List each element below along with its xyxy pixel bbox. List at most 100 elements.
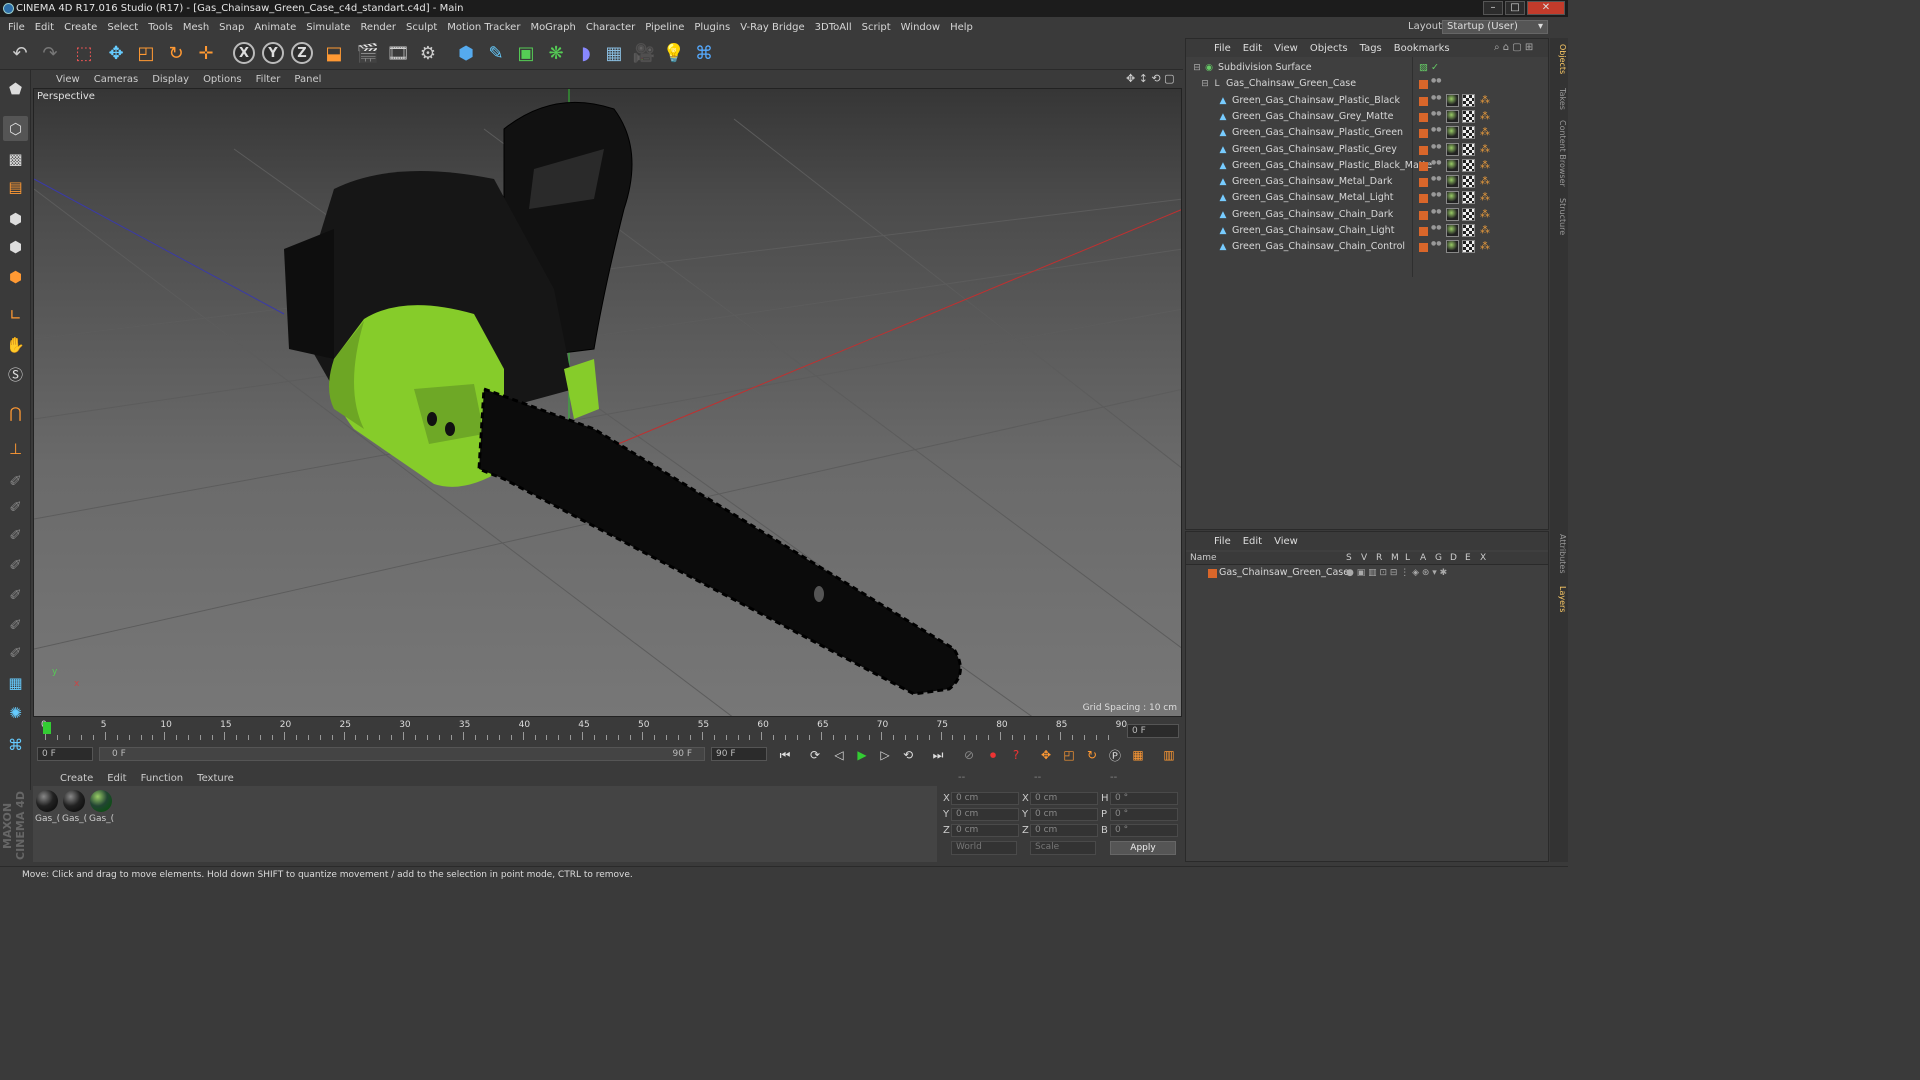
viewport-menu-view[interactable]: View (49, 74, 87, 85)
layer-column-e[interactable]: E (1465, 553, 1471, 563)
magnet-icon[interactable]: ⋂ (3, 400, 28, 425)
selection-tag-icon[interactable]: ⁂ (1480, 143, 1493, 156)
tweak-mode-icon[interactable]: ✋ (3, 332, 28, 357)
phong-tag-icon[interactable] (1446, 158, 1459, 172)
texture-tag-icon[interactable] (1462, 93, 1475, 107)
polygons-mode-icon[interactable]: ⬢ (3, 264, 28, 289)
model-mode-icon[interactable]: ⬡ (3, 116, 28, 141)
menu-edit[interactable]: Edit (30, 22, 59, 33)
object-menu-bookmarks[interactable]: Bookmarks (1388, 43, 1456, 54)
camera-icon[interactable]: 🎥 (630, 39, 658, 67)
phong-tag-icon[interactable] (1446, 142, 1459, 156)
menu-file[interactable]: File (3, 22, 30, 33)
layer-color-tag[interactable] (1419, 243, 1428, 253)
menu-animate[interactable]: Animate (249, 22, 301, 33)
points-mode-icon[interactable]: ⬢ (3, 206, 28, 231)
viewport-menu-cameras[interactable]: Cameras (87, 74, 145, 85)
visibility-dots-icon[interactable]: ●● (1431, 127, 1441, 139)
play-icon[interactable]: ▶ (852, 745, 872, 765)
viewport-menu-options[interactable]: Options (196, 74, 249, 85)
selection-tag-icon[interactable]: ⁂ (1480, 240, 1493, 253)
viewport-menu-filter[interactable]: Filter (249, 74, 288, 85)
y-axis-lock-icon[interactable]: Y (259, 39, 287, 67)
layer-color-tag[interactable] (1419, 178, 1428, 188)
material-swatch[interactable]: Gas_( (35, 790, 60, 824)
menu-select[interactable]: Select (102, 22, 143, 33)
workplane-mode-icon[interactable]: ▤ (3, 174, 28, 199)
selection-tag-icon[interactable]: ⁂ (1480, 94, 1493, 107)
coordinate-system-icon[interactable]: ⬓ (320, 39, 348, 67)
material-menu-create[interactable]: Create (53, 773, 100, 784)
tab-layers[interactable]: Layers (1551, 586, 1567, 612)
menu-sculpt[interactable]: Sculpt (401, 22, 442, 33)
phong-tag-icon[interactable] (1446, 191, 1459, 205)
apply-button[interactable]: Apply (1110, 841, 1176, 855)
layer-column-m[interactable]: M (1391, 553, 1399, 563)
tab-content-browser[interactable]: Content Browser (1551, 120, 1567, 187)
redo-icon[interactable]: ↷ (36, 39, 64, 67)
grid-lock-icon[interactable]: ▦ (3, 670, 28, 695)
menu-help[interactable]: Help (945, 22, 978, 33)
loop-icon[interactable]: ⟳ (805, 745, 825, 765)
snap-icon[interactable]: Ⓢ (3, 362, 28, 387)
python-icon[interactable]: ⌘ (690, 39, 718, 67)
visibility-dots-icon[interactable]: ●● (1431, 241, 1441, 253)
layer-color-tag[interactable] (1419, 161, 1428, 171)
selection-tag-icon[interactable]: ⁂ (1480, 159, 1493, 172)
layer-color-tag[interactable] (1419, 210, 1428, 220)
layer-color-tag[interactable] (1419, 96, 1428, 106)
phong-tag-icon[interactable] (1446, 240, 1459, 254)
menu-motion-tracker[interactable]: Motion Tracker (442, 22, 525, 33)
layer-column-a[interactable]: A (1420, 553, 1426, 563)
tab-objects[interactable]: Objects (1551, 44, 1567, 74)
key-pla-icon[interactable]: ▦ (1128, 745, 1148, 765)
object-row-group[interactable]: ⊟ L Gas_Chainsaw_Green_Case ●● (1186, 76, 1548, 92)
visibility-dots-icon[interactable]: ●● (1431, 110, 1441, 123)
menu-script[interactable]: Script (857, 22, 896, 33)
layout-select[interactable]: Startup (User) ▾ (1442, 20, 1548, 34)
object-manager-tool-icons[interactable]: ⌕ ⌂ ▢ ⊞ (1494, 42, 1533, 53)
end-frame-field[interactable]: 90 F (711, 747, 767, 761)
loop-forward-icon[interactable]: ⟲ (898, 745, 918, 765)
object-row[interactable]: ▲ Green_Gas_Chainsaw_Plastic_Green ●● ⁂ (1186, 125, 1548, 141)
size-y-field[interactable]: 0 cm (1030, 808, 1098, 821)
layer-column-x[interactable]: X (1480, 553, 1486, 563)
goto-start-icon[interactable]: ⏮ (775, 745, 795, 765)
coordinate-mode-select[interactable]: World (951, 841, 1017, 855)
layer-flag-icons[interactable]: ● ▣ ▥ ⊡ ⊟ ⋮ ◈ ⊛ ▾ ✱ (1346, 565, 1447, 581)
layer-color-tag[interactable] (1419, 227, 1428, 236)
floor-icon[interactable]: ▦ (600, 39, 628, 67)
expand-toggle-icon[interactable]: ⊟ (1192, 63, 1202, 73)
layer-column-d[interactable]: D (1450, 553, 1457, 563)
cloner-icon[interactable]: ❋ (542, 39, 570, 67)
layer-menu-file[interactable]: File (1208, 536, 1237, 547)
phong-tag-icon[interactable] (1446, 207, 1459, 221)
layer-menu-view[interactable]: View (1268, 536, 1304, 547)
autokey-icon[interactable]: ? (1006, 745, 1026, 765)
transform-tool-icon[interactable]: ✛ (192, 39, 220, 67)
paint-icon[interactable]: ✺ (3, 700, 28, 725)
selection-tag-icon[interactable]: ⁂ (1480, 110, 1493, 123)
key-position-icon[interactable]: ✥ (1036, 745, 1056, 765)
object-menu-objects[interactable]: Objects (1304, 43, 1354, 54)
size-z-field[interactable]: 0 cm (1030, 824, 1098, 837)
close-button[interactable]: ✕ (1527, 1, 1565, 15)
brush-icon-2[interactable]: ✐ (3, 494, 28, 519)
material-swatch[interactable]: Gas_( (62, 790, 87, 824)
object-row[interactable]: ▲ Green_Gas_Chainsaw_Plastic_Black ●● ⁂ (1186, 93, 1548, 109)
start-frame-field[interactable]: 0 F (37, 747, 93, 761)
object-menu-file[interactable]: File (1208, 43, 1237, 54)
menu-pipeline[interactable]: Pipeline (640, 22, 689, 33)
object-row[interactable]: ▲ Green_Gas_Chainsaw_Chain_Light ●● ⁂ (1186, 223, 1548, 239)
object-row[interactable]: ▲ Green_Gas_Chainsaw_Metal_Dark ●● ⁂ (1186, 174, 1548, 190)
object-row[interactable]: ▲ Green_Gas_Chainsaw_Grey_Matte ●● ⁂ (1186, 109, 1548, 125)
texture-mode-icon[interactable]: ▩ (3, 146, 28, 171)
brush-icon-5[interactable]: ✐ (3, 582, 28, 607)
layer-column-s[interactable]: S (1346, 553, 1352, 563)
tab-structure[interactable]: Structure (1551, 198, 1567, 235)
layer-column-name[interactable]: Name (1190, 553, 1217, 563)
texture-tag-icon[interactable] (1462, 126, 1475, 140)
viewport-nav-icons[interactable]: ✥ ↕ ⟲ ▢ (1126, 72, 1182, 86)
edges-mode-icon[interactable]: ⬢ (3, 234, 28, 259)
object-row[interactable]: ▲ Green_Gas_Chainsaw_Plastic_Grey ●● ⁂ (1186, 142, 1548, 158)
